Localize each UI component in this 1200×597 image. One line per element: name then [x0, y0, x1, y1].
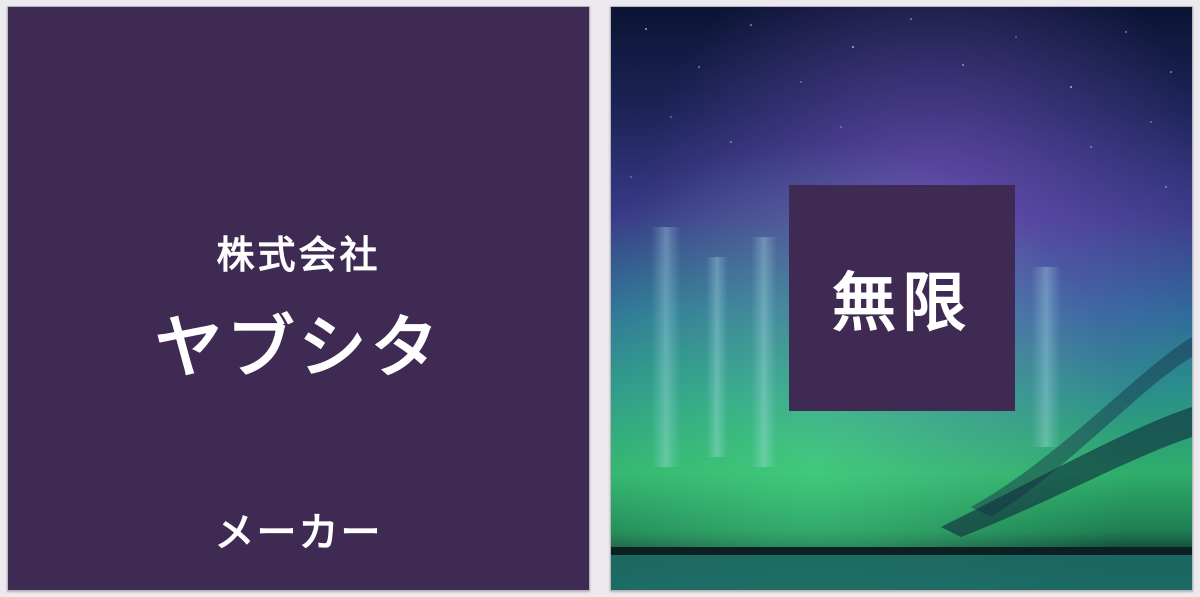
company-name: ヤブシタ [154, 309, 443, 388]
company-type-label: 株式会社 [216, 233, 381, 277]
brand-name: 無限 [832, 267, 972, 341]
company-panel: 株式会社 ヤブシタ メーカー [7, 6, 590, 591]
company-role-label: メーカー [214, 510, 383, 556]
aurora-panel: 無限 [610, 6, 1193, 591]
brand-box: 無限 [789, 185, 1015, 411]
